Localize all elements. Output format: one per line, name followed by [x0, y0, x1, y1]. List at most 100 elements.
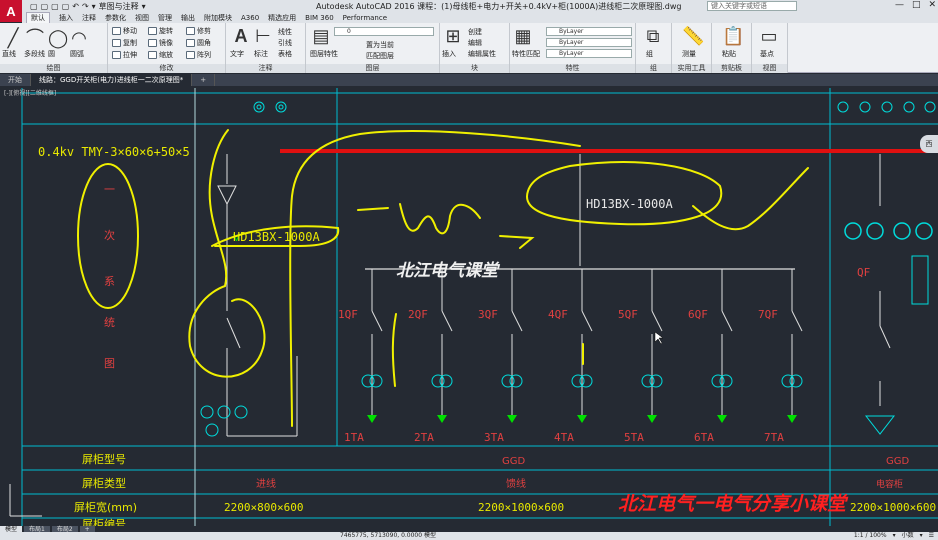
- tool-polyline[interactable]: 多段线: [24, 49, 45, 59]
- viewcube[interactable]: 西: [920, 135, 938, 153]
- search-input[interactable]: 键入关键字或短语: [707, 1, 797, 11]
- tool-match-layer[interactable]: 匹配图层: [366, 51, 394, 61]
- tab-a360[interactable]: A360: [241, 14, 259, 22]
- insert-block-icon[interactable]: ⊞: [444, 27, 462, 45]
- panel-view-label[interactable]: 视图: [752, 64, 787, 73]
- layer-select[interactable]: 0: [334, 27, 434, 36]
- tool-create-block[interactable]: 创建: [468, 27, 482, 37]
- dimension-icon[interactable]: ⊢: [254, 27, 272, 45]
- layer-properties-icon[interactable]: ▤: [312, 27, 330, 45]
- measure-icon[interactable]: 📏: [682, 27, 704, 45]
- tool-move[interactable]: 移动: [112, 26, 137, 36]
- polyline-icon[interactable]: ⌒: [26, 29, 44, 47]
- panel-layers-label[interactable]: 图层: [306, 64, 439, 73]
- units-chevron-icon[interactable]: ▾: [920, 532, 923, 540]
- base-point-icon[interactable]: ▭: [760, 27, 778, 45]
- tool-rotate[interactable]: 旋转: [148, 26, 173, 36]
- qat-dropdown-icon[interactable]: ▾: [92, 2, 96, 11]
- tool-array[interactable]: 阵列: [186, 50, 211, 60]
- app-logo-icon[interactable]: A: [0, 0, 22, 22]
- panel-properties-label[interactable]: 特性: [510, 64, 635, 73]
- tool-edit-block[interactable]: 编辑: [468, 38, 482, 48]
- line-icon[interactable]: ╱: [4, 29, 22, 47]
- panel-annotation-label[interactable]: 注释: [226, 64, 305, 73]
- tool-insert[interactable]: 插入: [442, 49, 456, 59]
- panel-modify-label[interactable]: 修改: [108, 64, 225, 73]
- tab-bim360[interactable]: BIM 360: [305, 14, 334, 22]
- color-select[interactable]: ByLayer: [546, 27, 632, 36]
- tool-match-properties[interactable]: 特性匹配: [512, 49, 540, 59]
- tab-insert[interactable]: 插入: [59, 13, 73, 23]
- tool-arc[interactable]: 圆弧: [70, 49, 84, 59]
- tool-dimension[interactable]: 标注: [254, 49, 268, 59]
- tool-circle[interactable]: 圆: [48, 49, 55, 59]
- tool-layer-properties[interactable]: 图层特性: [310, 49, 338, 59]
- viewport-controls[interactable]: [-][俯视][二维线框]: [4, 88, 56, 97]
- panel-clipboard: 📋 粘贴 剪贴板: [712, 23, 752, 73]
- tool-linear[interactable]: 线性: [278, 27, 292, 37]
- linetype-select[interactable]: ByLayer: [546, 38, 632, 47]
- paste-icon[interactable]: 📋: [722, 27, 744, 45]
- redo-icon[interactable]: ↷: [82, 2, 89, 11]
- tool-edit-attributes[interactable]: 编辑属性: [468, 49, 496, 59]
- annotation-scale[interactable]: 1:1 / 100%: [854, 532, 887, 540]
- panel-properties: ▦ 特性匹配 ByLayer ByLayer ByLayer 特性: [510, 23, 636, 73]
- arc-icon[interactable]: ◠: [70, 29, 88, 47]
- panel-clipboard-label[interactable]: 剪贴板: [712, 64, 751, 73]
- customization-menu-icon[interactable]: ☰: [929, 532, 934, 540]
- tool-group[interactable]: 组: [646, 49, 653, 59]
- drawing-canvas[interactable]: [-][俯视][二维线框] 西 0.4kv TMY-3×60×6+50×5 一 …: [0, 86, 938, 526]
- file-tab-current[interactable]: 线路：GGD开关柜(电力)进线柜一二次原理图*: [31, 74, 193, 86]
- tool-stretch[interactable]: 拉伸: [112, 50, 137, 60]
- open-icon[interactable]: ▢: [41, 2, 49, 11]
- vertical-label-3: 系: [104, 275, 115, 288]
- tool-mirror[interactable]: 镜像: [148, 38, 173, 48]
- scale-chevron-icon[interactable]: ▾: [893, 532, 896, 540]
- file-tab-start[interactable]: 开始: [0, 74, 31, 86]
- tab-parametric[interactable]: 参数化: [105, 13, 126, 23]
- tool-base-point[interactable]: 基点: [760, 49, 774, 59]
- tool-text[interactable]: 文字: [230, 49, 244, 59]
- panel-block-label[interactable]: 块: [440, 64, 509, 73]
- title-bar: A ▢ ▢ ▢ ▢ ↶ ↷ ▾ 草图与注释 ▾ Autodesk AutoCAD…: [0, 0, 938, 22]
- tab-view[interactable]: 视图: [135, 13, 149, 23]
- maximize-icon[interactable]: □: [912, 0, 921, 10]
- tab-default[interactable]: 默认: [26, 12, 50, 23]
- tool-scale[interactable]: 缩放: [148, 50, 173, 60]
- workspace-chevron-icon[interactable]: ▾: [142, 2, 146, 11]
- text-icon[interactable]: A: [232, 27, 250, 45]
- panel-utilities-label[interactable]: 实用工具: [672, 64, 711, 73]
- tab-featured-apps[interactable]: 精选应用: [268, 13, 296, 23]
- branch-qf-label: 4QF: [548, 308, 568, 321]
- tool-measure[interactable]: 测量: [682, 49, 696, 59]
- circle-icon[interactable]: ◯: [48, 29, 68, 47]
- tab-output[interactable]: 输出: [181, 13, 195, 23]
- minimize-icon[interactable]: —: [895, 0, 904, 10]
- new-file-tab-button[interactable]: +: [192, 74, 216, 86]
- tool-leader[interactable]: 引线: [278, 38, 292, 48]
- print-icon[interactable]: ▢: [62, 2, 70, 11]
- units-select[interactable]: 小数: [902, 532, 914, 540]
- tool-trim[interactable]: 修剪: [186, 26, 211, 36]
- tab-annotate[interactable]: 注释: [82, 13, 96, 23]
- save-icon[interactable]: ▢: [51, 2, 59, 11]
- tool-paste[interactable]: 粘贴: [722, 49, 736, 59]
- tool-table[interactable]: 表格: [278, 49, 292, 59]
- panel-group-label[interactable]: 组: [636, 64, 671, 73]
- tab-manage[interactable]: 管理: [158, 13, 172, 23]
- tool-copy[interactable]: 复制: [112, 38, 137, 48]
- tab-addins[interactable]: 附加模块: [204, 13, 232, 23]
- tool-line[interactable]: 直线: [2, 49, 16, 59]
- new-icon[interactable]: ▢: [30, 2, 38, 11]
- match-properties-icon[interactable]: ▦: [514, 27, 532, 45]
- undo-icon[interactable]: ↶: [72, 2, 79, 11]
- workspace-select[interactable]: 草图与注释: [99, 1, 139, 12]
- close-icon[interactable]: ✕: [928, 0, 936, 10]
- tool-make-current[interactable]: 置为当前: [366, 40, 394, 50]
- tool-fillet[interactable]: 圆角: [186, 38, 211, 48]
- panel-draw-label[interactable]: 绘图: [0, 64, 107, 73]
- group-icon[interactable]: ⧉: [644, 27, 662, 45]
- tab-performance[interactable]: Performance: [343, 14, 387, 22]
- lineweight-select[interactable]: ByLayer: [546, 49, 632, 58]
- right-qf-label: QF: [857, 266, 870, 279]
